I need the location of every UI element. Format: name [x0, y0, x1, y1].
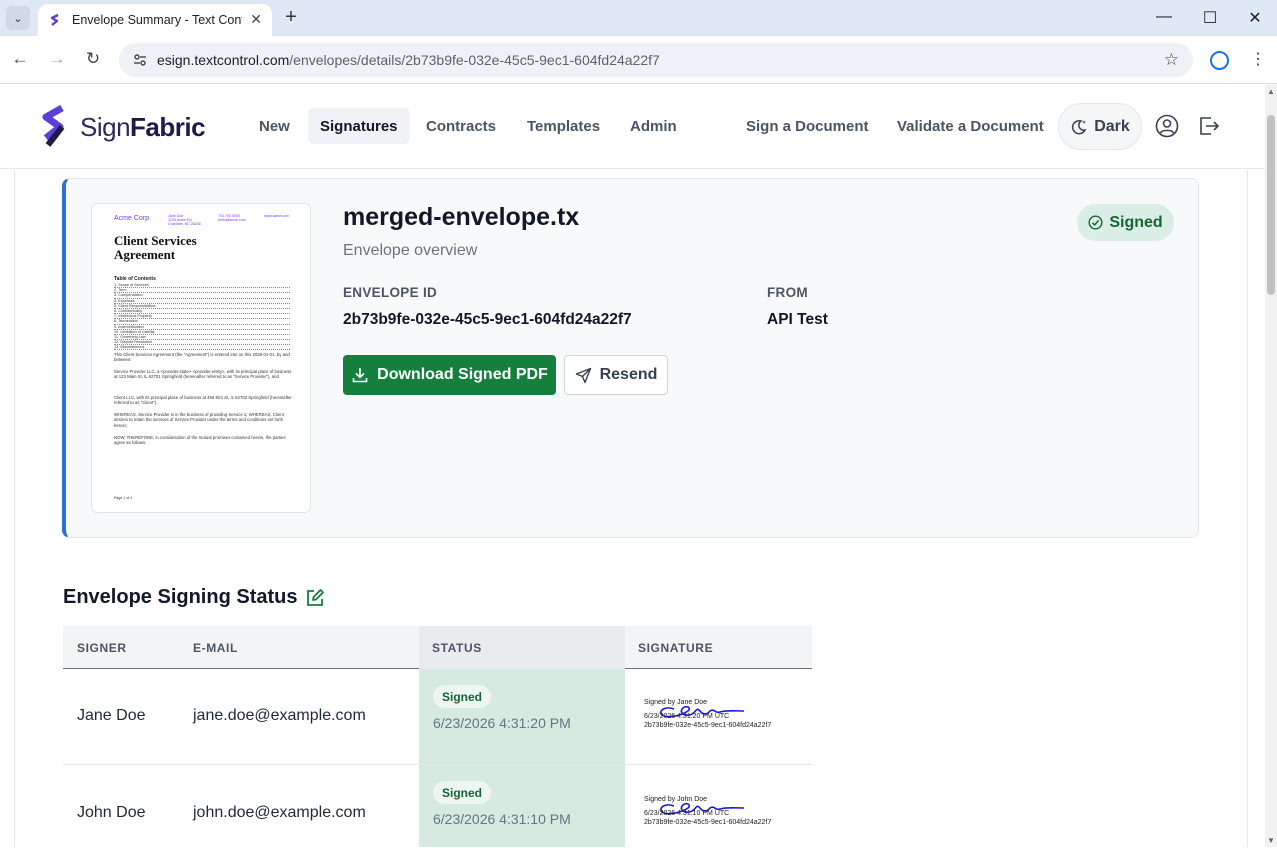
logo-wordmark[interactable]: SignFabric [80, 112, 206, 143]
signfabric-favicon-icon [50, 13, 59, 26]
envelope-title: merged-envelope.tx [343, 203, 580, 231]
thumb-toc-item: 13. Miscellaneous [114, 345, 290, 351]
envelope-subtitle: Envelope overview [343, 242, 478, 259]
signing-status-heading: Envelope Signing Status [63, 586, 325, 609]
browser-tab[interactable]: Envelope Summary - Text Contr ✕ [38, 4, 272, 36]
envelope-id-label: ENVELOPE ID [343, 285, 438, 300]
download-icon [352, 368, 368, 383]
logo-text-fabric: Fabric [130, 112, 206, 142]
address-bar-row: ← → ↻ esign.textcontrol.com/envelopes/de… [0, 36, 1277, 84]
status-badge: Signed [433, 685, 492, 708]
thumb-paragraph: NOW, THEREFORE, in consideration of the … [114, 435, 286, 446]
nav-templates[interactable]: Templates [515, 108, 612, 144]
scroll-down-arrow-icon[interactable]: ▼ [1267, 836, 1275, 845]
signer-email: jane.doe@example.com [193, 707, 366, 724]
logo-text-sign: Sign [80, 112, 131, 142]
url-host: esign.textcontrol.com [157, 52, 290, 68]
thumb-email: hello@acme.com [218, 218, 246, 222]
signed-date: 6/23/2026 4:31:20 PM [433, 715, 571, 731]
browser-menu-icon[interactable]: ⋮ [1250, 49, 1266, 69]
url-text: esign.textcontrol.com/envelopes/details/… [157, 52, 660, 68]
signature-envelope-id: 2b73b9fe-032e-45c5-9ec1-604fd24a22f7 [644, 722, 772, 729]
thumb-title-line-2: Agreement [114, 247, 176, 262]
nav-admin[interactable]: Admin [618, 108, 689, 144]
dark-mode-label: Dark [1094, 117, 1130, 135]
column-header-signature: SIGNATURE [638, 641, 714, 655]
minimize-icon[interactable]: — [1154, 8, 1174, 26]
signature-image[interactable]: Signed by John Doe 6/23/2026 4:31:10 PM … [644, 796, 794, 836]
browser-tab-bar: ⌄ Envelope Summary - Text Contr ✕ + — ☐ … [0, 0, 1277, 36]
status-badge: Signed [433, 781, 492, 804]
back-arrow-icon[interactable]: ← [10, 49, 30, 69]
signer-name: John Doe [77, 804, 146, 821]
url-path: /envelopes/details/2b73b9fe-032e-45c5-9e… [289, 52, 660, 68]
resend-button[interactable]: Resend [564, 355, 668, 395]
column-header-status: STATUS [432, 641, 482, 655]
tab-search-button[interactable]: ⌄ [6, 6, 30, 30]
from-label: FROM [767, 285, 808, 300]
thumb-toc-heading: Table of Contents [114, 276, 156, 282]
signing-status-title: Envelope Signing Status [63, 586, 298, 608]
envelope-status-label: Signed [1109, 213, 1163, 231]
envelope-id-value: 2b73b9fe-032e-45c5-9ec1-604fd24a22f7 [343, 311, 632, 328]
nav-new[interactable]: New [247, 108, 302, 144]
thumb-title: Client Services Agreement [114, 234, 294, 262]
thumb-company: Acme Corp [114, 215, 150, 222]
page-scrollbar[interactable]: ▲ ▼ [1265, 85, 1277, 847]
thumb-address-3: Charlotte, NC 28208 [168, 222, 201, 226]
column-header-signer: SIGNER [77, 641, 127, 655]
tab-close-icon[interactable]: ✕ [250, 11, 262, 28]
signer-name: Jane Doe [77, 707, 146, 724]
thumb-paragraph: WHEREAS, Service Provider is in the busi… [114, 412, 284, 428]
reload-icon[interactable]: ↻ [83, 49, 103, 69]
signature-image[interactable]: Signed by Jane Doe 6/23/2026 4:31:20 PM … [644, 699, 794, 739]
check-circle-icon [1088, 215, 1103, 230]
scroll-up-arrow-icon[interactable]: ▲ [1267, 87, 1275, 96]
thumb-web: www.acme.com [264, 214, 290, 218]
thumb-page-number: Page 1 of 4 [114, 496, 133, 500]
maximize-icon[interactable]: ☐ [1200, 8, 1220, 28]
signfabric-logo-icon[interactable] [40, 105, 70, 149]
thumb-paragraph: This Client Services Agreement (the "Agr… [114, 352, 290, 363]
envelope-status-badge: Signed [1077, 204, 1174, 241]
column-header-email: E-MAIL [193, 641, 238, 655]
signed-date: 6/23/2026 4:31:10 PM [433, 811, 571, 827]
send-icon [575, 367, 591, 383]
new-tab-icon[interactable]: + [281, 6, 301, 28]
signature-timestamp: 6/23/2026 4:31:20 PM UTC [644, 713, 730, 720]
tab-title: Envelope Summary - Text Contr [72, 13, 242, 27]
thumb-title-line-1: Client Services [114, 233, 197, 248]
signer-email: john.doe@example.com [193, 804, 366, 821]
nav-signatures[interactable]: Signatures [308, 108, 410, 144]
from-value: API Test [767, 311, 828, 328]
thumb-paragraph: Service Provider LLC, a <provider.state>… [114, 369, 292, 380]
download-signed-pdf-button[interactable]: Download Signed PDF [343, 355, 556, 395]
scrollbar-thumb[interactable] [1267, 115, 1275, 295]
thumb-paragraph: Client LLC, with its principal place of … [114, 395, 292, 406]
nav-sign-a-document[interactable]: Sign a Document [734, 108, 881, 144]
site-settings-icon[interactable] [132, 52, 148, 68]
moon-icon [1072, 119, 1087, 134]
table-header: SIGNER E-MAIL STATUS SIGNATURE [63, 626, 812, 669]
edit-icon[interactable] [305, 588, 325, 608]
signature-timestamp: 6/23/2026 4:31:10 PM UTC [644, 810, 730, 817]
signature-envelope-id: 2b73b9fe-032e-45c5-9ec1-604fd24a22f7 [644, 819, 772, 826]
app-header: SignFabric New Signatures Contracts Temp… [0, 85, 1265, 169]
bookmark-star-icon[interactable]: ☆ [1164, 50, 1179, 70]
forward-arrow-icon[interactable]: → [47, 49, 67, 69]
nav-validate-a-document[interactable]: Validate a Document [885, 108, 1056, 144]
resend-button-label: Resend [599, 366, 658, 383]
download-button-label: Download Signed PDF [377, 366, 548, 383]
browser-profile-icon[interactable] [1210, 51, 1229, 70]
document-thumbnail[interactable]: Acme Corp Jane Doe 1234 Acme Rd Charlott… [91, 203, 311, 513]
logout-icon[interactable] [1197, 114, 1221, 138]
url-omnibox[interactable]: esign.textcontrol.com/envelopes/details/… [119, 43, 1193, 77]
dark-mode-toggle[interactable]: Dark [1058, 103, 1142, 150]
nav-contracts[interactable]: Contracts [414, 108, 508, 144]
table-row: Jane Doe jane.doe@example.com Signed 6/2… [63, 669, 812, 765]
user-account-icon[interactable] [1155, 114, 1179, 138]
thumb-toc: 1. Scope of Services 2. Term 3. Compensa… [114, 283, 290, 351]
window-close-icon[interactable]: ✕ [1245, 8, 1265, 28]
